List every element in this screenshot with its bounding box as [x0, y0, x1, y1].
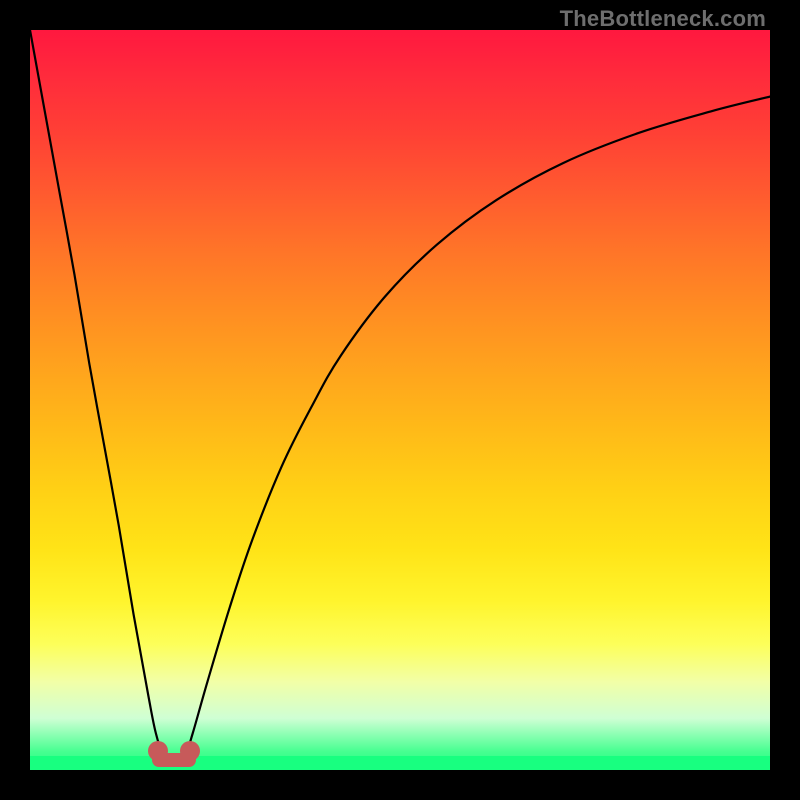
- watermark-text: TheBottleneck.com: [560, 6, 766, 32]
- minimum-marker-base: [152, 753, 196, 767]
- bottleneck-curve-path: [30, 30, 770, 764]
- bottleneck-curve: [30, 30, 770, 770]
- chart-panel: [30, 30, 770, 770]
